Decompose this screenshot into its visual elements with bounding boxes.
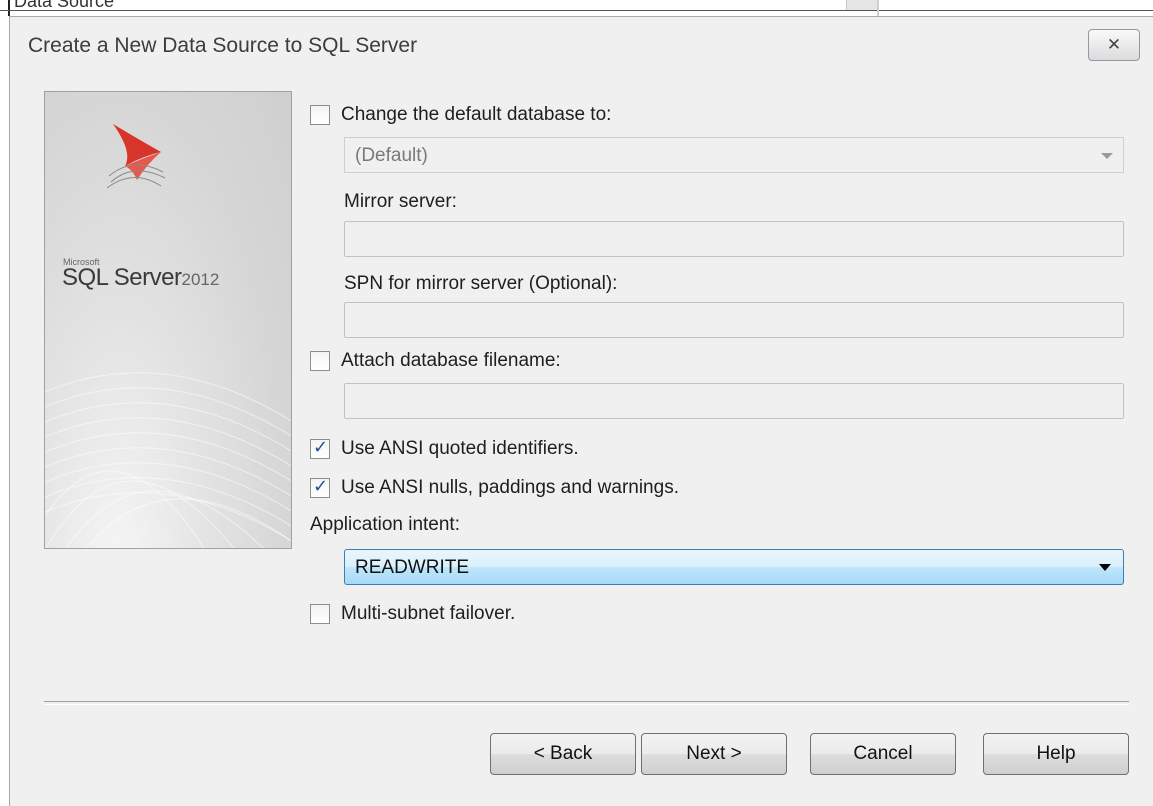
next-button[interactable]: Next > [641, 733, 787, 775]
logo-product-text: SQL Server2012 [62, 264, 219, 292]
attach-db-input[interactable] [344, 383, 1124, 419]
back-button[interactable]: < Back [490, 733, 636, 775]
attach-db-label: Attach database filename: [341, 350, 561, 371]
spn-label: SPN for mirror server (Optional): [344, 273, 618, 294]
ansi-nulls-label: Use ANSI nulls, paddings and warnings. [341, 477, 679, 498]
app-intent-label: Application intent: [310, 514, 460, 535]
change-default-db-label: Change the default database to: [341, 104, 612, 125]
logo-product-name: SQL Server [62, 264, 182, 291]
multi-subnet-label: Multi-subnet failover. [341, 603, 516, 624]
chevron-down-icon [1099, 564, 1111, 571]
close-icon: ✕ [1106, 35, 1122, 54]
background-window-divider [877, 0, 879, 16]
chevron-down-icon [1101, 153, 1113, 159]
sql-server-logo-panel: Microsoft SQL Server2012 [44, 91, 292, 549]
dialog-title: Create a New Data Source to SQL Server [28, 34, 418, 57]
close-button[interactable]: ✕ [1088, 29, 1140, 61]
multi-subnet-checkbox[interactable] [310, 604, 330, 624]
ansi-nulls-checkbox[interactable] [310, 476, 330, 498]
ansi-quoted-label: Use ANSI quoted identifiers. [341, 438, 579, 459]
help-button[interactable]: Help [983, 733, 1129, 775]
spn-input[interactable] [344, 302, 1124, 338]
default-db-value: (Default) [355, 145, 428, 166]
background-window-edge [8, 0, 10, 16]
background-window-border [0, 10, 1153, 11]
app-intent-value: READWRITE [355, 557, 469, 578]
mirror-server-label: Mirror server: [344, 191, 457, 212]
change-default-db-checkbox[interactable] [310, 105, 330, 125]
background-window-strip: Data Source [0, 0, 1153, 16]
attach-db-checkbox[interactable] [310, 351, 330, 371]
button-separator [44, 701, 1129, 705]
cancel-button[interactable]: Cancel [810, 733, 956, 775]
background-window-scroll-thumb [846, 0, 878, 10]
mirror-server-input[interactable] [344, 221, 1124, 257]
logo-version: 2012 [181, 270, 220, 289]
sql-server-logo-icon [106, 124, 166, 189]
dialog-titlebar[interactable]: Create a New Data Source to SQL Server ✕ [10, 17, 1153, 73]
app-intent-combo[interactable]: READWRITE [344, 549, 1124, 585]
ansi-quoted-checkbox[interactable] [310, 437, 330, 459]
default-db-combo[interactable]: (Default) [344, 137, 1124, 173]
create-data-source-dialog: Create a New Data Source to SQL Server ✕ [9, 16, 1153, 806]
